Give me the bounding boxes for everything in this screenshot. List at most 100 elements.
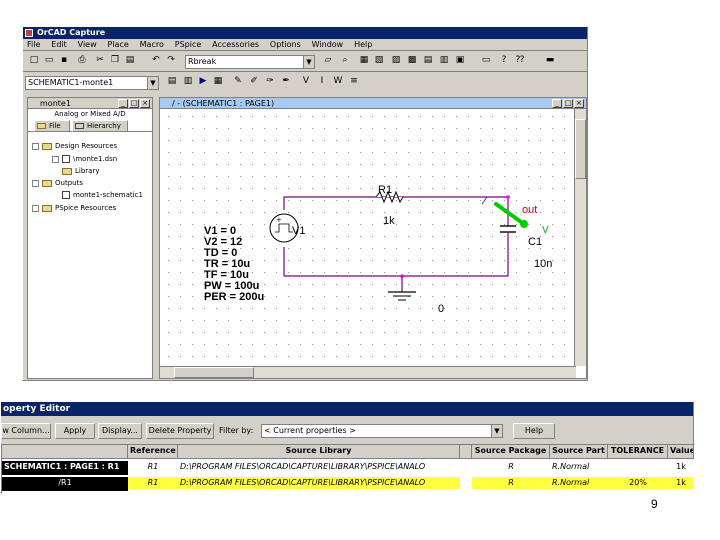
display-button[interactable]: Display...: [98, 423, 142, 439]
cell-source-part[interactable]: R.Normal: [550, 461, 608, 473]
close-icon[interactable]: ×: [574, 99, 584, 108]
col-header-source-library[interactable]: Source Library: [178, 445, 460, 459]
resistor-value[interactable]: 1k: [383, 216, 395, 227]
waveform-icon[interactable]: ▬: [543, 54, 557, 68]
horizontal-scrollbar[interactable]: [160, 366, 576, 378]
menu-file[interactable]: File: [23, 39, 44, 50]
new-icon[interactable]: □: [27, 54, 41, 68]
cell-source-library[interactable]: D:\PROGRAM FILES\ORCAD\CAPTURE\LIBRARY\P…: [178, 477, 460, 489]
capacitor-value[interactable]: 10n: [534, 259, 552, 270]
menu-edit[interactable]: Edit: [47, 39, 71, 50]
project-icon[interactable]: ▣: [453, 54, 467, 68]
chevron-down-icon[interactable]: ▼: [147, 77, 158, 89]
col-header-source-part[interactable]: Source Part: [550, 445, 608, 459]
col-header-value[interactable]: Value: [668, 445, 694, 459]
delete-property-button[interactable]: Delete Property: [146, 423, 214, 439]
cell-value[interactable]: 1k: [668, 477, 694, 489]
maximize-icon[interactable]: □: [129, 99, 139, 108]
expand-icon[interactable]: [52, 155, 59, 163]
cell-reference[interactable]: R1: [128, 461, 178, 473]
tree-item-output-file[interactable]: monte1-schematic1: [62, 191, 143, 200]
drc-icon[interactable]: ▧: [372, 54, 386, 68]
menu-help[interactable]: Help: [350, 39, 376, 50]
redo-icon[interactable]: ↷: [164, 54, 178, 68]
capacitor-ref[interactable]: C1: [528, 237, 542, 248]
undo-icon[interactable]: ↶: [149, 54, 163, 68]
tree-item-outputs[interactable]: Outputs: [32, 179, 83, 188]
menu-pspice[interactable]: PSpice: [171, 39, 206, 50]
vsource-param-per[interactable]: PER = 200u: [204, 292, 264, 303]
expand-icon[interactable]: [32, 204, 39, 212]
close-icon[interactable]: ×: [140, 99, 150, 108]
place-part-icon[interactable]: ▱: [321, 54, 335, 68]
help-icon[interactable]: ?: [497, 54, 511, 68]
menu-place[interactable]: Place: [104, 39, 133, 50]
marker-icon[interactable]: ✎: [231, 75, 245, 89]
chevron-down-icon[interactable]: ▼: [303, 56, 314, 68]
find-icon[interactable]: ⌕: [338, 54, 352, 68]
tab-file[interactable]: File: [34, 120, 70, 132]
tab-hierarchy[interactable]: Hierarchy: [72, 120, 128, 132]
copy-icon[interactable]: ❐: [108, 54, 122, 68]
expand-icon[interactable]: [32, 142, 39, 150]
cell-source-library[interactable]: D:\PROGRAM FILES\ORCAD\CAPTURE\LIBRARY\P…: [178, 461, 460, 473]
bom-icon[interactable]: ▤: [421, 54, 435, 68]
cell-source-part[interactable]: R.Normal: [550, 477, 608, 489]
vsource-ref[interactable]: V1: [292, 226, 305, 237]
help-button[interactable]: Help: [513, 423, 555, 439]
netlist-icon[interactable]: ▨: [389, 54, 403, 68]
tree-item-design-resources[interactable]: Design Resources: [32, 142, 117, 151]
tree-item-dsn[interactable]: \monte1.dsn: [52, 155, 117, 164]
row-header-2[interactable]: /R1: [2, 477, 128, 491]
menu-accessories[interactable]: Accessories: [208, 39, 263, 50]
voltage-marker-icon[interactable]: ✐: [247, 75, 261, 89]
maximize-icon[interactable]: □: [563, 99, 573, 108]
chevron-down-icon[interactable]: ▼: [491, 425, 502, 437]
bias-w-icon[interactable]: W: [331, 75, 345, 89]
col-header-blank[interactable]: [460, 445, 472, 459]
bias-i-icon[interactable]: I: [315, 75, 329, 89]
menu-macro[interactable]: Macro: [136, 39, 168, 50]
cell-reference[interactable]: R1: [128, 477, 178, 489]
filter-combo[interactable]: < Current properties > ▼: [261, 424, 503, 438]
cut-icon[interactable]: ✂: [93, 54, 107, 68]
bias-toggle-icon[interactable]: ≡: [347, 75, 361, 89]
resistor-ref[interactable]: R1: [378, 185, 392, 196]
cell-source-package[interactable]: R: [472, 461, 550, 473]
crossref-icon[interactable]: ▩: [405, 54, 419, 68]
minimize-icon[interactable]: _: [552, 99, 562, 108]
bias-v-icon[interactable]: V: [299, 75, 313, 89]
row-header-1[interactable]: SCHEMATIC1 : PAGE1 : R1: [2, 461, 128, 475]
menu-options[interactable]: Options: [266, 39, 305, 50]
open-icon[interactable]: ▭: [42, 54, 56, 68]
design-combo[interactable]: SCHEMATIC1-monte1 ▼: [25, 76, 159, 90]
paste-icon[interactable]: ▤: [123, 54, 137, 68]
run-icon[interactable]: ▶: [196, 75, 210, 89]
col-header-reference[interactable]: Reference: [128, 445, 178, 459]
netgroup-icon[interactable]: ▥: [437, 54, 451, 68]
menu-window[interactable]: Window: [308, 39, 348, 50]
whats-this-icon[interactable]: ⁇: [513, 54, 527, 68]
view-results-icon[interactable]: ▦: [211, 75, 225, 89]
apply-button[interactable]: Apply: [55, 423, 95, 439]
cell-value[interactable]: 1k: [668, 461, 694, 473]
col-header-source-package[interactable]: Source Package: [472, 445, 550, 459]
minimize-icon[interactable]: _: [118, 99, 128, 108]
new-sim-icon[interactable]: ▤: [165, 75, 179, 89]
scroll-thumb[interactable]: [575, 119, 586, 179]
annotate-icon[interactable]: ▦: [357, 54, 371, 68]
collapse-icon[interactable]: [32, 179, 39, 187]
new-column-button[interactable]: w Column...: [1, 423, 51, 439]
edit-sim-icon[interactable]: ▥: [181, 75, 195, 89]
part-combo[interactable]: Rbreak ▼: [185, 55, 315, 69]
scroll-thumb[interactable]: [174, 367, 254, 378]
tree-item-library[interactable]: Library: [62, 167, 99, 176]
tree-item-pspice-resources[interactable]: PSpice Resources: [32, 204, 116, 213]
cell-source-package[interactable]: R: [472, 477, 550, 489]
cell-tolerance[interactable]: 20%: [608, 477, 668, 489]
print-icon[interactable]: ⎙: [75, 54, 89, 68]
col-header-tolerance[interactable]: TOLERANCE: [608, 445, 668, 459]
net-label-out[interactable]: out: [522, 205, 537, 216]
menu-view[interactable]: View: [74, 39, 101, 50]
power-marker-icon[interactable]: ✒: [279, 75, 293, 89]
